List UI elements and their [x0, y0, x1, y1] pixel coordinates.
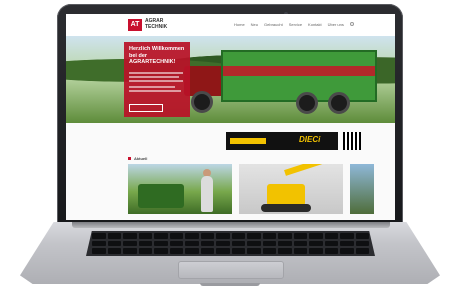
logo-mark[interactable]: AT — [128, 19, 142, 31]
nav-item-used[interactable]: Gebraucht — [264, 22, 283, 27]
hero-text-line — [129, 90, 181, 92]
keyboard-key — [247, 233, 261, 239]
keyboard-key — [107, 248, 121, 254]
keyboard-key — [293, 248, 307, 254]
keyboard-key — [324, 240, 338, 247]
keyboard-key — [92, 248, 106, 254]
news-heading: Aktuell — [128, 156, 147, 161]
hero-banner: Herzlich Willkommen bei der AGRARTECHNIK… — [66, 36, 395, 123]
keyboard-key — [355, 240, 369, 247]
keyboard-key — [262, 240, 276, 247]
keyboard-key — [247, 248, 261, 254]
green-excavator-image — [138, 184, 184, 208]
laptop-screen: AT AGRAR TECHNIK Home Neu Gebraucht Serv… — [66, 14, 395, 220]
keyboard-key — [200, 248, 214, 254]
keyboard-key — [92, 233, 106, 239]
laptop-hinge — [72, 222, 390, 228]
hero-text-line — [129, 72, 183, 74]
promo-banner[interactable]: DIECi — [226, 132, 338, 150]
keyboard-key — [216, 240, 230, 247]
keyboard-key — [231, 240, 245, 247]
keyboard-key — [355, 233, 369, 239]
news-card-3[interactable] — [350, 164, 374, 214]
keyboard-key — [138, 233, 152, 239]
keyboard-key — [231, 233, 245, 239]
keyboard-key — [92, 240, 106, 247]
nav-item-service[interactable]: Service — [289, 22, 302, 27]
hero-text-line — [129, 80, 183, 82]
keyboard-key — [278, 240, 292, 247]
logo-text[interactable]: AGRAR TECHNIK — [145, 18, 167, 30]
keyboard-key — [324, 248, 338, 254]
nav-item-about[interactable]: Über uns — [328, 22, 344, 27]
keyboard-key — [123, 233, 137, 239]
hero-text-line — [129, 76, 179, 78]
nav-item-contact[interactable]: Kontakt — [308, 22, 322, 27]
keyboard-key — [340, 248, 354, 254]
news-card-1[interactable] — [128, 164, 232, 214]
keyboard-key — [154, 248, 168, 254]
promo-highlight — [230, 138, 266, 144]
keyboard-key — [340, 233, 354, 239]
keyboard-key — [185, 248, 199, 254]
keyboard-key — [169, 240, 183, 247]
keyboard-key — [138, 248, 152, 254]
keyboard-key — [123, 248, 137, 254]
excavator-track — [261, 204, 311, 212]
keyboard-key — [107, 233, 121, 239]
wagon-wheel-rear — [328, 92, 350, 114]
nav-item-new[interactable]: Neu — [251, 22, 258, 27]
site-navbar: AT AGRAR TECHNIK Home Neu Gebraucht Serv… — [66, 14, 395, 37]
keyboard-key — [340, 240, 354, 247]
keyboard-key — [200, 240, 214, 247]
keyboard-key — [169, 233, 183, 239]
keyboard-key — [309, 233, 323, 239]
keyboard-key — [355, 248, 369, 254]
keyboard-key — [247, 240, 261, 247]
laptop-keyboard — [86, 231, 375, 256]
keyboard-key — [169, 248, 183, 254]
keyboard-key — [293, 240, 307, 247]
news-bullet-icon — [128, 157, 131, 160]
keyboard-key — [216, 233, 230, 239]
excavator-arm — [284, 164, 328, 176]
laptop-trackpad — [178, 261, 284, 279]
keyboard-key — [262, 248, 276, 254]
keyboard-key — [293, 233, 307, 239]
keyboard-key — [278, 233, 292, 239]
keyboard-key — [185, 240, 199, 247]
yellow-excavator-image — [267, 184, 305, 206]
hero-title: Herzlich Willkommen bei der AGRARTECHNIK… — [129, 46, 185, 65]
qr-code-icon[interactable] — [343, 132, 361, 150]
nav-links: Home Neu Gebraucht Service Kontakt Über … — [234, 22, 354, 27]
hero-text-panel: Herzlich Willkommen bei der AGRARTECHNIK… — [124, 42, 190, 117]
tractor-wheel — [191, 91, 213, 113]
wagon-stripe — [223, 66, 375, 76]
promo-logo: DIECi — [299, 135, 321, 144]
logo-line-2: TECHNIK — [145, 24, 168, 30]
keyboard-key — [123, 240, 137, 247]
keyboard-key — [324, 233, 338, 239]
keyboard-key — [138, 240, 152, 247]
hero-text-line — [129, 86, 175, 88]
person-image — [201, 176, 213, 212]
laptop-front-notch — [200, 283, 260, 286]
keyboard-key — [154, 240, 168, 247]
keyboard-key — [200, 233, 214, 239]
keyboard-key — [185, 233, 199, 239]
keyboard-key — [231, 248, 245, 254]
wagon-wheel-front — [296, 92, 318, 114]
news-card-2[interactable] — [239, 164, 343, 214]
keyboard-key — [154, 233, 168, 239]
keyboard-key — [278, 248, 292, 254]
keyboard-key — [262, 233, 276, 239]
keyboard-key — [216, 248, 230, 254]
hero-cta-button[interactable] — [129, 104, 163, 112]
search-icon[interactable] — [349, 22, 354, 26]
keyboard-key — [309, 248, 323, 254]
keyboard-key — [107, 240, 121, 247]
news-label: Aktuell — [134, 156, 148, 161]
nav-item-home[interactable]: Home — [234, 22, 245, 27]
keyboard-key — [309, 240, 323, 247]
